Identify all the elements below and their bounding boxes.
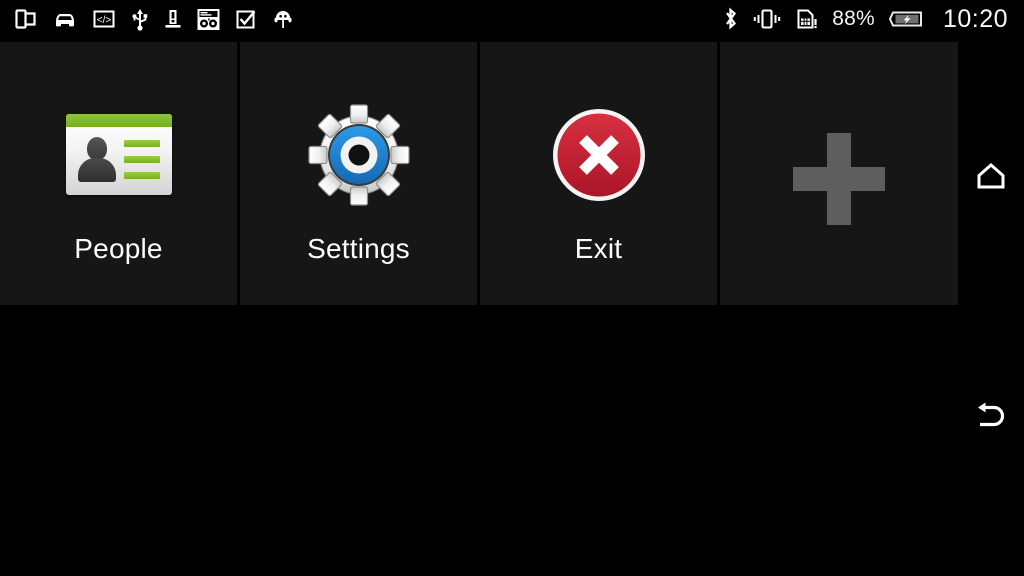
clock-label: 10:20 (942, 4, 1008, 33)
phone-screen: </> 88% 10:20 People Settings Exit (0, 0, 1024, 576)
android-robot-icon (271, 7, 295, 31)
sim-card-alert-icon (795, 7, 819, 31)
checkbox-checked-icon (235, 8, 257, 30)
status-bar: </> 88% 10:20 (0, 0, 1024, 38)
home-button[interactable] (958, 148, 1024, 208)
usb-icon (130, 7, 150, 31)
gear-icon (307, 102, 411, 207)
panel-people[interactable]: People (0, 42, 237, 305)
panel-label-people: People (74, 233, 163, 264)
back-arrow-icon (972, 400, 1010, 437)
back-button[interactable] (958, 388, 1024, 448)
status-bar-left-icons: </> (14, 7, 295, 32)
battery-charging-icon (888, 8, 924, 30)
svg-text:</>: </> (97, 15, 112, 26)
split-screen-icon (14, 7, 38, 31)
panel-exit[interactable]: Exit (480, 42, 717, 305)
car-mode-icon (52, 8, 78, 30)
plus-icon (793, 126, 885, 231)
battery-percent-label: 88% (832, 7, 875, 30)
close-circle-icon (550, 102, 648, 207)
vibrate-icon (752, 7, 782, 31)
bluetooth-icon (722, 6, 739, 32)
empty-background-area (0, 305, 1024, 576)
status-bar-right-icons: 88% 10:20 (722, 5, 1008, 34)
panel-add-shortcut[interactable] (720, 42, 958, 305)
home-icon (974, 160, 1008, 197)
app-shortcut-row: People Settings Exit (0, 42, 958, 305)
navigation-bar (958, 38, 1024, 576)
developer-code-icon: </> (92, 7, 116, 31)
panel-label-settings: Settings (307, 233, 410, 264)
panel-label-exit: Exit (574, 233, 623, 264)
panel-settings[interactable]: Settings (240, 42, 477, 305)
warning-exclamation-icon (164, 7, 182, 31)
contact-card-icon (65, 102, 172, 207)
htc-boombox-icon (196, 7, 221, 32)
